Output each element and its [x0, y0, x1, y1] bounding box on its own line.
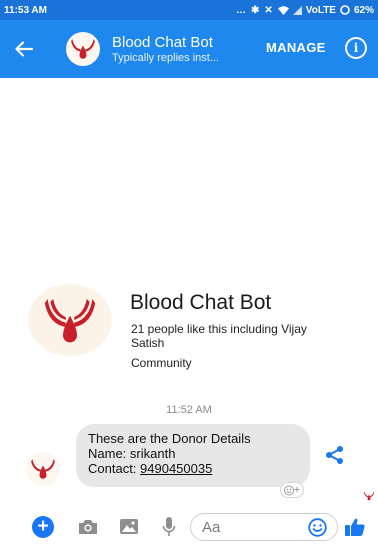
microphone-icon [162, 517, 176, 536]
profile-name: Blood Chat Bot [130, 291, 272, 314]
chat-header: Blood Chat Bot Typically replies inst...… [0, 20, 378, 78]
arrow-left-icon [15, 41, 33, 57]
status-time: 11:53 AM [4, 4, 47, 16]
profile-category: Community [131, 356, 192, 370]
battery-level: 62% [353, 4, 374, 16]
info-icon: i [353, 41, 359, 55]
gallery-button[interactable] [119, 518, 139, 540]
back-button[interactable] [4, 41, 44, 57]
camera-icon [79, 520, 97, 534]
message-bubble[interactable]: These are the Donor Details Name: srikan… [76, 424, 310, 487]
seen-indicator [363, 489, 375, 507]
battery-icon [340, 5, 350, 15]
profile-likes: 21 people like this including Vijay Sati… [131, 322, 307, 350]
donor-name: Name: srikanth [88, 446, 176, 461]
message-line: These are the Donor Details [88, 431, 251, 446]
phone-link[interactable]: 9490450035 [140, 461, 212, 476]
smiley-icon [308, 518, 327, 537]
bluetooth-icon: ✱ [251, 4, 261, 16]
like-button[interactable] [344, 517, 366, 542]
blood-drop-hands-logo-icon [44, 299, 96, 343]
bot-avatar[interactable] [66, 32, 100, 66]
info-button[interactable]: i [345, 37, 367, 59]
contact-label: Contact: [88, 461, 141, 476]
camera-button[interactable] [78, 519, 98, 540]
notification-dots-icon: … [236, 4, 248, 16]
blood-drop-hands-logo-icon [363, 491, 375, 501]
profile-avatar [28, 284, 112, 356]
signal-icon [292, 5, 302, 15]
image-icon [120, 519, 138, 534]
chat-area[interactable]: Blood Chat Bot 21 people like this inclu… [0, 78, 378, 510]
header-subtitle: Typically replies inst... [112, 52, 219, 64]
share-button[interactable] [325, 445, 345, 470]
mute-icon: ✕ [264, 4, 274, 16]
donor-contact: Contact: 9490450035 [88, 461, 298, 476]
thumbs-up-icon [345, 518, 365, 536]
emoji-button[interactable] [308, 518, 327, 542]
blood-drop-hands-logo-icon [71, 39, 95, 59]
header-title: Blood Chat Bot [112, 34, 213, 51]
blood-drop-hands-logo-icon [31, 459, 55, 479]
status-icons: … ✱ ✕ VoLTE 62% [236, 5, 374, 16]
wifi-icon [277, 5, 289, 15]
share-icon [326, 446, 343, 464]
message-sender-avatar[interactable] [26, 452, 60, 486]
manage-button[interactable]: MANAGE [266, 40, 326, 55]
smiley-plus-icon [284, 485, 300, 495]
composer-bar: + [0, 510, 378, 544]
more-actions-button[interactable]: + [32, 516, 54, 538]
voice-message-button[interactable] [162, 516, 176, 543]
status-bar: 11:53 AM … ✱ ✕ VoLTE 62% [0, 0, 378, 20]
header-title-block[interactable]: Blood Chat Bot Typically replies inst... [112, 34, 219, 64]
network-type: VoLTE [305, 4, 336, 16]
plus-icon: + [37, 516, 49, 537]
message-timestamp: 11:52 AM [166, 404, 212, 416]
add-reaction-button[interactable] [280, 482, 304, 498]
